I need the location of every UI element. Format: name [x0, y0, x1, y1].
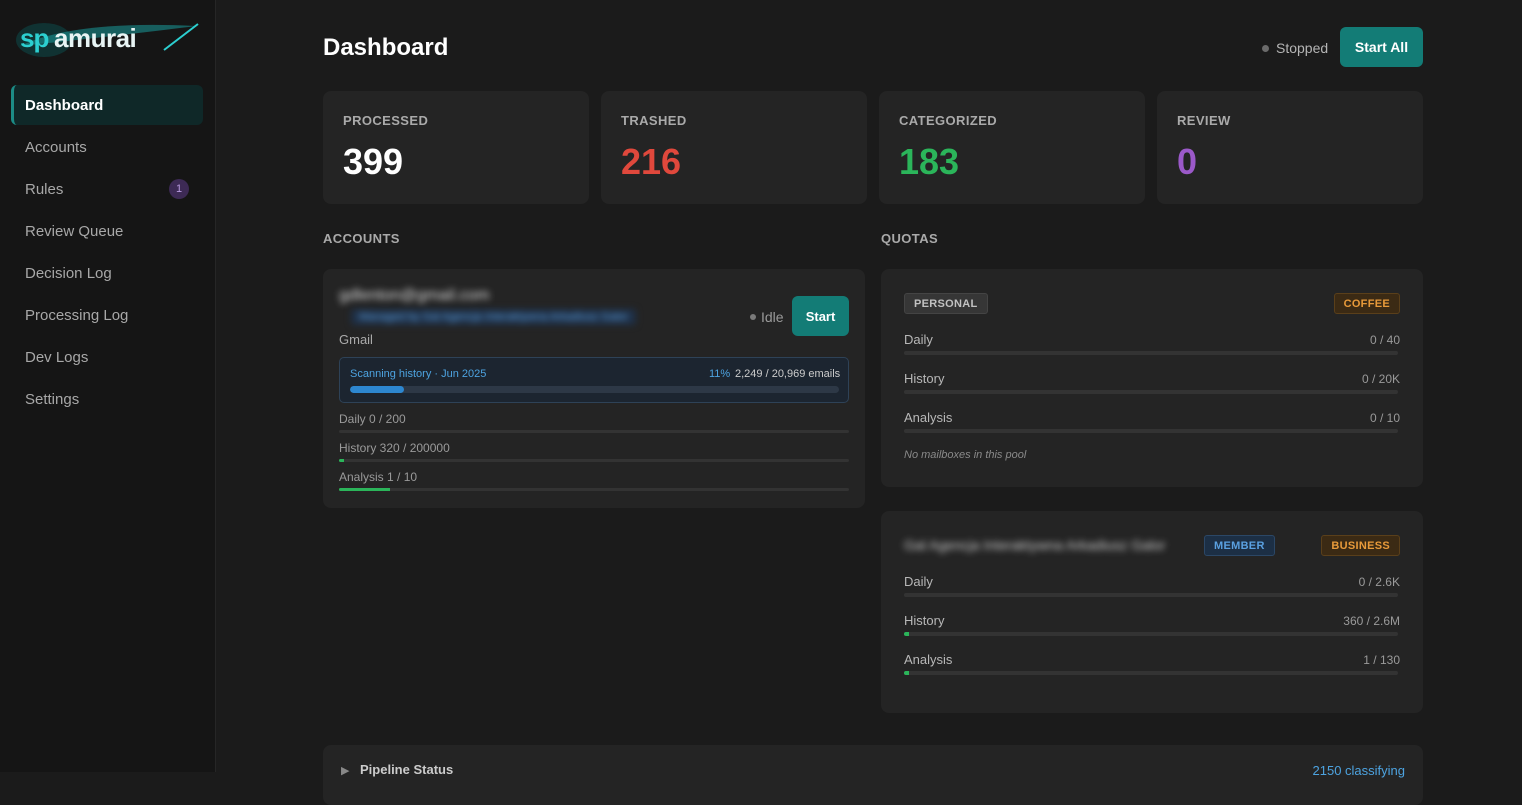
quota-label: Daily	[904, 574, 933, 589]
status-dot-icon	[1262, 44, 1269, 52]
stat-label: CATEGORIZED	[899, 113, 998, 128]
rules-count-badge: 1	[169, 179, 189, 199]
triangle-right-icon[interactable]: ▶	[341, 764, 349, 777]
stat-value: 216	[621, 141, 682, 182]
quota-label: Analysis	[904, 652, 953, 667]
account-provider: Gmail	[339, 332, 373, 347]
pool-empty-note: No mailboxes in this pool	[904, 449, 1027, 461]
stat-label: REVIEW	[1177, 113, 1231, 128]
sidebar-item-review-queue[interactable]: Review Queue	[11, 211, 203, 251]
quota-bar	[904, 429, 1398, 433]
quota-label: Daily	[904, 332, 933, 347]
sidebar-item-rules[interactable]: Rules 1	[11, 169, 203, 209]
sidebar-item-label: Dashboard	[25, 96, 104, 114]
sidebar-item-dashboard[interactable]: Dashboard	[11, 85, 203, 125]
scan-progress-fill	[350, 386, 404, 393]
stat-value: 399	[343, 141, 404, 182]
sidebar-nav: Dashboard Accounts Rules 1 Review Queue …	[11, 85, 203, 421]
daily-limit-bar	[339, 430, 849, 433]
sidebar-item-dev-logs[interactable]: Dev Logs	[11, 337, 203, 377]
analysis-limit-bar	[339, 488, 849, 491]
quota-bar	[904, 390, 1398, 394]
account-start-button[interactable]: Start	[792, 296, 849, 336]
sidebar-item-label: Review Queue	[25, 222, 124, 240]
scan-progress-box: Scanning history · Jun 2025 11% 2,249 / …	[339, 357, 849, 403]
history-limit-label: History 320 / 200000	[339, 441, 450, 455]
accounts-section-title: ACCOUNTS	[323, 231, 400, 246]
sidebar-item-label: Settings	[25, 390, 80, 408]
scan-label: Scanning history · Jun 2025	[350, 368, 487, 380]
quota-pool-personal: PERSONAL COFFEE Daily 0 / 40 History 0 /…	[881, 269, 1423, 487]
quota-fill	[904, 671, 909, 675]
quota-bar	[904, 351, 1398, 355]
idle-dot-icon	[750, 314, 756, 320]
svg-text:amurai: amurai	[54, 23, 136, 53]
sidebar-item-processing-log[interactable]: Processing Log	[11, 295, 203, 335]
quota-value: 0 / 2.6K	[1358, 575, 1400, 589]
analysis-limit-fill	[339, 488, 390, 491]
sidebar-item-label: Accounts	[25, 138, 87, 156]
quota-value: 0 / 10	[1369, 411, 1400, 425]
account-managed-by: Managed by Gal Agencja Interaktywna Arka…	[351, 309, 637, 325]
sidebar-item-accounts[interactable]: Accounts	[11, 127, 203, 167]
stat-value: 0	[1177, 141, 1198, 182]
sidebar-item-label: Processing Log	[25, 306, 129, 324]
scan-count: 2,249 / 20,969 emails	[735, 368, 841, 380]
sidebar-item-label: Decision Log	[25, 264, 112, 282]
analysis-limit-label: Analysis 1 / 10	[339, 470, 418, 484]
account-card: gdlenton@gmail.com Managed by Gal Agencj…	[323, 269, 865, 508]
pipeline-status-label: Pipeline Status	[360, 762, 454, 777]
spamurai-logo[interactable]: sp amurai	[14, 16, 200, 60]
pool-organization-name: Gal Agencja Interaktywna Arkadiusz Galor	[904, 537, 1166, 553]
quota-bar	[904, 593, 1398, 597]
svg-text:sp: sp	[20, 23, 48, 53]
sidebar-item-label: Rules	[25, 180, 64, 198]
quota-fill	[904, 632, 909, 636]
account-state: Idle	[750, 309, 784, 325]
scan-percent: 11%	[709, 368, 731, 380]
quota-value: 0 / 20K	[1361, 372, 1400, 386]
stat-label: PROCESSED	[343, 113, 429, 128]
quota-value: 0 / 40	[1369, 333, 1400, 347]
page-title: Dashboard	[323, 34, 449, 61]
sidebar: sp amurai Dashboard Accounts Rules 1 Rev…	[0, 0, 216, 772]
quota-label: Analysis	[904, 410, 953, 425]
sidebar-item-settings[interactable]: Settings	[11, 379, 203, 419]
quota-value: 1 / 130	[1363, 653, 1400, 667]
pool-tag-badge: PERSONAL	[904, 293, 988, 314]
stat-card-review: REVIEW 0	[1157, 91, 1423, 204]
stat-card-categorized: CATEGORIZED 183	[879, 91, 1145, 204]
stat-label: TRASHED	[621, 113, 687, 128]
quota-bar	[904, 671, 1398, 675]
quota-label: History	[904, 613, 945, 628]
stat-value: 183	[899, 141, 960, 182]
quota-label: History	[904, 371, 945, 386]
scan-progress-bar	[350, 386, 839, 393]
quotas-section-title: QUOTAS	[881, 231, 939, 246]
stat-card-processed: PROCESSED 399	[323, 91, 589, 204]
stat-card-trashed: TRASHED 216	[601, 91, 867, 204]
quota-pool-business: Gal Agencja Interaktywna Arkadiusz Galor…	[881, 511, 1423, 713]
sidebar-item-label: Dev Logs	[25, 348, 89, 366]
pipeline-summary: 2150 classifying	[1312, 763, 1406, 778]
quota-value: 360 / 2.6M	[1343, 614, 1400, 628]
history-limit-fill	[339, 459, 345, 462]
sidebar-item-decision-log[interactable]: Decision Log	[11, 253, 203, 293]
status-text: Stopped	[1276, 40, 1329, 56]
plan-badge: COFFEE	[1333, 293, 1400, 314]
history-limit-bar	[339, 459, 849, 462]
quota-bar	[904, 632, 1398, 636]
member-role-badge: MEMBER	[1204, 535, 1275, 556]
account-email: gdlenton@gmail.com	[339, 287, 490, 304]
pipeline-status-panel[interactable]: ▶ Pipeline Status 2150 classifying	[323, 745, 1423, 805]
plan-badge: BUSINESS	[1321, 535, 1400, 556]
run-status: Stopped	[1262, 40, 1328, 56]
start-all-button[interactable]: Start All	[1340, 27, 1423, 67]
account-state-text: Idle	[761, 309, 784, 325]
daily-limit-label: Daily 0 / 200	[339, 412, 406, 426]
main-content: Dashboard Stopped Start All PROCESSED 39…	[217, 0, 1522, 805]
